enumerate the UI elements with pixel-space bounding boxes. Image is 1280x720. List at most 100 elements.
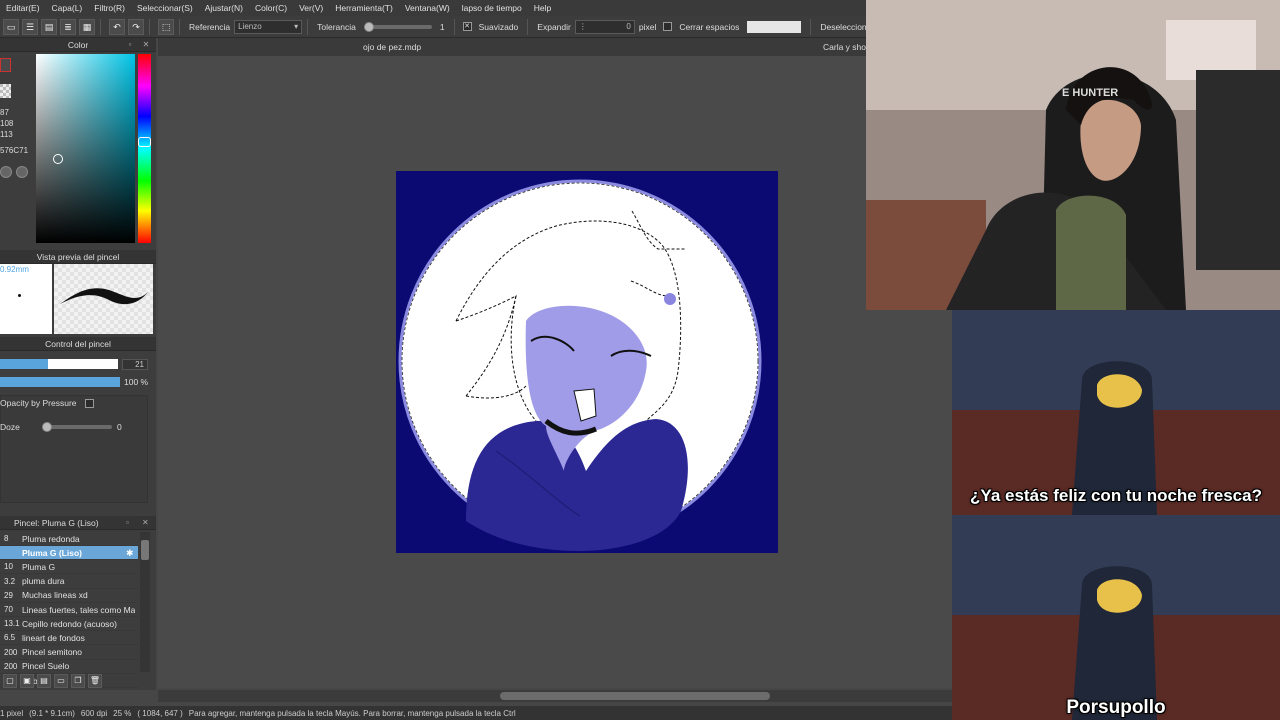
brush-list-item[interactable]: 29 Muchas lineas xd (0, 589, 138, 603)
hue-marker[interactable] (138, 137, 151, 147)
brush-control-title: Control del pincel (0, 337, 156, 351)
opacity-slider[interactable] (0, 377, 120, 387)
panel-menu-icon[interactable]: ▫ (126, 516, 134, 530)
brush-size-fill (0, 359, 49, 369)
menu-item[interactable]: Seleccionar(S) (131, 3, 199, 13)
paint-app-window: Editar(E) Capa(L) Filtro(R) Seleccionar(S) A… (0, 0, 952, 720)
menu-item[interactable]: Color(C) (249, 3, 293, 13)
separator (810, 18, 812, 35)
new-brush-icon[interactable]: ▢ (3, 674, 17, 688)
brush-size-value[interactable]: 21 (122, 359, 148, 370)
cerrar-espacios-checkbox[interactable] (663, 22, 673, 31)
color-panel-title-text: Color (67, 40, 89, 50)
tolerancia-slider[interactable] (363, 21, 432, 32)
tool-options-bar: ▭ ☰ ▤ ≣ ▦ ↶ ↷ ⬚ Referencia Lienzo ▾ Tole… (0, 16, 952, 38)
fisheye-artwork (396, 171, 778, 553)
document-icon[interactable]: ▤ (37, 674, 51, 688)
canvas-horizontal-scrollbar[interactable] (158, 690, 952, 702)
opacity-fill (0, 377, 120, 387)
chevron-down-icon: ▾ (294, 22, 299, 31)
brush-list-item[interactable]: 8 Pluma redonda (0, 532, 138, 546)
brush-list-item[interactable]: 3.2 pluma dura (0, 575, 138, 589)
tolerancia-value: 1 (439, 21, 445, 32)
referencia-select[interactable]: Lienzo ▾ (234, 19, 303, 34)
color-mix-icon[interactable] (16, 166, 28, 178)
eyedropper-icon[interactable] (0, 166, 12, 178)
brush-list-title: Pincel: Pluma G (Liso) ▫ ✕ (0, 516, 156, 530)
sv-marker[interactable] (53, 154, 63, 164)
copy-icon[interactable]: ❐ (71, 674, 85, 688)
brush-name: Pincel semitono (22, 647, 83, 658)
saturation-value-picker[interactable] (36, 54, 135, 243)
expandir-input[interactable]: ⋮ 0 (574, 19, 635, 34)
menu-item[interactable]: Ver(V) (293, 3, 329, 13)
menu-item[interactable]: Editar(E) (0, 3, 46, 13)
brush-size-slider[interactable] (0, 359, 118, 369)
menu-item[interactable]: Ajustar(N) (199, 3, 249, 13)
brush-name: Muchas lineas xd (22, 590, 88, 601)
meme-caption-bottom: Porsupollo (1066, 697, 1166, 718)
tab-ojo-de-pez[interactable]: ojo de pez.mdp (363, 38, 421, 56)
color-panel-title: Color ▫ ✕ (0, 38, 156, 52)
hex-value[interactable]: 576C71 (0, 146, 28, 155)
menu-item[interactable]: Herramienta(T) (329, 3, 399, 13)
slider-knob[interactable] (363, 21, 374, 32)
artwork-canvas[interactable] (396, 171, 778, 553)
chat-icon[interactable]: ☰ (22, 18, 38, 35)
menu-item[interactable]: Ventana(W) (399, 3, 456, 13)
brush-list-item[interactable]: Pluma G (Liso) (0, 546, 138, 561)
separator (307, 18, 309, 35)
brush-size: 6.5 (4, 633, 16, 643)
brush-list-title-text: Pincel: Pluma G (Liso) (14, 518, 99, 528)
doze-slider[interactable] (42, 422, 112, 432)
separator (100, 18, 101, 35)
menu-item[interactable]: Filtro(R) (88, 3, 131, 13)
suavizado-label: Suavizado (478, 21, 519, 32)
menu-item[interactable]: lapso de tiempo (456, 3, 528, 13)
selection-tool-icon[interactable]: ⬚ (158, 18, 174, 35)
transparent-color-swatch[interactable] (0, 84, 11, 98)
scroll-thumb[interactable] (141, 540, 149, 560)
brush-name: Pluma G (22, 561, 56, 572)
slider-knob[interactable] (42, 422, 52, 432)
layers-icon[interactable]: ▤ (41, 18, 57, 35)
brush-size-label: 0.92mm (0, 265, 29, 274)
tab-carla-y-shor[interactable]: Carla y shor (823, 38, 869, 56)
brush-type-icon[interactable]: ▣ (20, 674, 34, 688)
brush-list-item[interactable]: 200 Pincel semitono (0, 646, 138, 660)
brush-control-panel: Control del pincel 21 100 % Opacity by P… (0, 337, 156, 507)
suavizado-checkbox[interactable]: ✕ (462, 22, 472, 31)
brush-list-item[interactable]: 10 Pluma G (0, 560, 138, 575)
menu-item[interactable]: Help (528, 3, 557, 13)
panel-menu-icon[interactable]: ▫ (126, 38, 134, 52)
gap-size-bar[interactable] (747, 20, 802, 33)
opacity-pressure-checkbox[interactable] (84, 398, 94, 408)
menu-item[interactable]: Capa(L) (46, 3, 89, 13)
grid-icon[interactable]: ▦ (79, 18, 95, 35)
trash-icon[interactable]: 🗑 (88, 674, 102, 688)
document-tabs: ojo de pez.mdp Carla y shor (158, 38, 952, 56)
blue-value: 113 (0, 130, 13, 139)
close-icon[interactable]: ✕ (142, 38, 150, 52)
brush-list-scrollbar[interactable] (140, 532, 150, 672)
redo-icon[interactable]: ↷ (128, 18, 144, 35)
doze-label: Doze (0, 422, 20, 432)
undo-icon[interactable]: ↶ (109, 18, 125, 35)
close-icon[interactable]: ✕ (142, 516, 150, 530)
chair-text: E HUNTER (1062, 87, 1118, 99)
gear-icon[interactable]: ✱ (126, 548, 134, 559)
folder-icon[interactable]: ▭ (54, 674, 68, 688)
brush-name: Pluma redonda (22, 533, 80, 544)
expandir-label: Expandir (537, 21, 571, 32)
meme-caption-top: ¿Ya estás feliz con tu noche fresca? (970, 486, 1262, 505)
brush-list-item[interactable]: 13.1 Cepillo redondo (acuoso) (0, 617, 138, 632)
brush-preview-title: Vista previa del pincel (0, 250, 156, 264)
webcam-overlay: E HUNTER (866, 0, 1280, 310)
list-icon[interactable]: ≣ (60, 18, 76, 35)
hue-slider[interactable] (138, 54, 151, 243)
brush-list-item[interactable]: 70 Lineas fuertes, tales como Ma (0, 603, 138, 617)
main-color-swatch[interactable] (0, 58, 11, 72)
scroll-thumb[interactable] (500, 692, 770, 700)
brush-list-item[interactable]: 6.5 lineart de fondos (0, 631, 138, 646)
speech-bubble-icon[interactable]: ▭ (3, 18, 19, 35)
